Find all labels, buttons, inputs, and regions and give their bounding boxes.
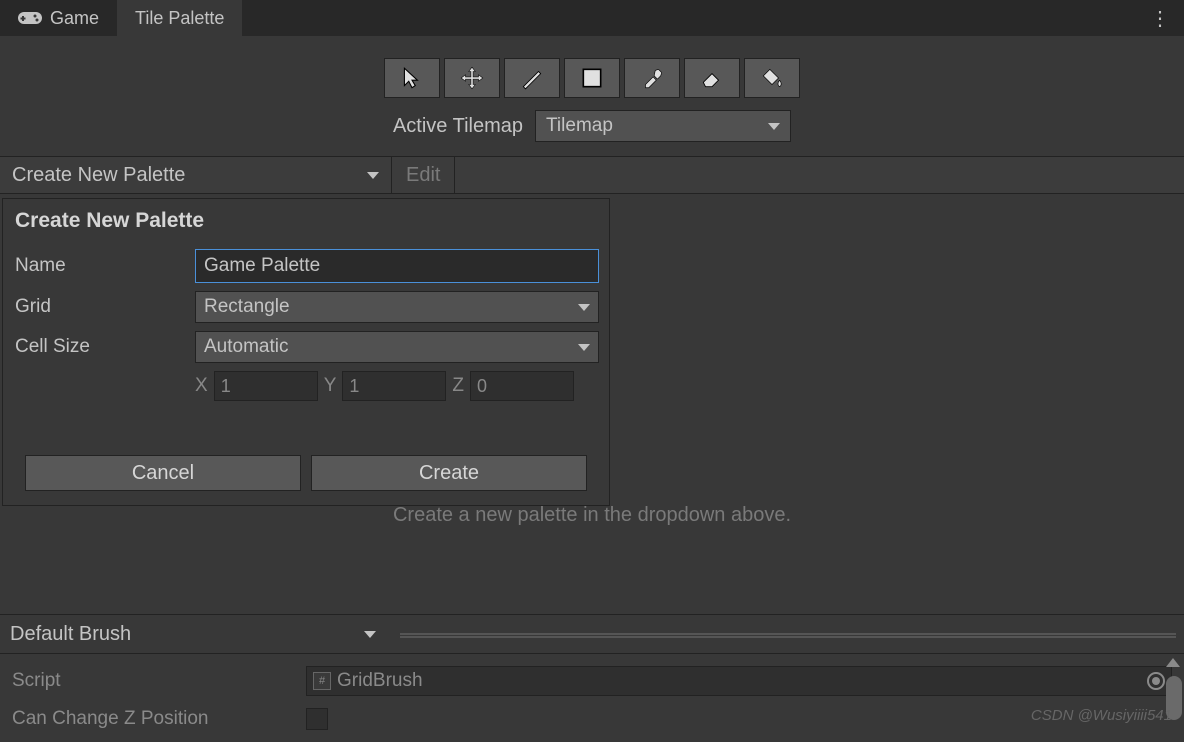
tab-tile-palette-label: Tile Palette — [135, 8, 224, 29]
chevron-down-icon — [578, 304, 590, 311]
script-value: GridBrush — [337, 670, 423, 692]
divider — [400, 633, 1176, 635]
grid-dropdown[interactable]: Rectangle — [195, 291, 599, 323]
script-label: Script — [12, 670, 306, 692]
z-label: Z — [452, 375, 464, 397]
brush-dropdown[interactable]: Default Brush — [0, 623, 392, 646]
x-label: X — [195, 375, 208, 397]
box-icon — [579, 65, 605, 91]
watermark: CSDN @Wusiyiiii541 — [1031, 707, 1172, 724]
tool-select[interactable] — [384, 58, 440, 98]
chevron-down-icon — [578, 344, 590, 351]
picker-icon — [639, 65, 665, 91]
chevron-down-icon — [768, 123, 780, 130]
cellsize-dropdown[interactable]: Automatic — [195, 331, 599, 363]
grid-value: Rectangle — [204, 296, 290, 318]
active-tilemap-label: Active Tilemap — [393, 115, 523, 138]
target-icon[interactable] — [1147, 672, 1165, 690]
name-label: Name — [13, 255, 195, 277]
fill-icon — [759, 65, 785, 91]
toolbar — [0, 36, 1184, 106]
create-palette-popup: Create New Palette Name Grid Rectangle C… — [2, 198, 610, 506]
gamepad-icon — [18, 10, 42, 26]
tool-move[interactable] — [444, 58, 500, 98]
edit-label: Edit — [406, 164, 440, 187]
scrollbar-up[interactable] — [1166, 658, 1180, 667]
create-button[interactable]: Create — [311, 455, 587, 491]
tab-game-label: Game — [50, 8, 99, 29]
name-input[interactable] — [195, 249, 599, 283]
chevron-down-icon — [367, 172, 379, 179]
tab-game[interactable]: Game — [0, 0, 117, 36]
cursor-icon — [399, 65, 425, 91]
z-input[interactable] — [470, 371, 574, 401]
hint-text: Create a new palette in the dropdown abo… — [0, 504, 1184, 527]
script-field[interactable]: # GridBrush — [306, 666, 1172, 696]
active-tilemap-dropdown[interactable]: Tilemap — [535, 110, 791, 142]
active-tilemap-value: Tilemap — [546, 115, 613, 137]
tool-box[interactable] — [564, 58, 620, 98]
move-icon — [459, 65, 485, 91]
palette-dropdown[interactable]: Create New Palette — [0, 157, 392, 193]
cancel-button[interactable]: Cancel — [25, 455, 301, 491]
palette-dropdown-label: Create New Palette — [12, 164, 185, 187]
x-input[interactable] — [214, 371, 318, 401]
csharp-icon: # — [313, 672, 331, 690]
chevron-down-icon — [364, 631, 376, 638]
brush-icon — [519, 65, 545, 91]
cellsize-label: Cell Size — [13, 336, 195, 358]
eraser-icon — [699, 65, 725, 91]
brush-value: Default Brush — [10, 623, 131, 646]
tool-picker[interactable] — [624, 58, 680, 98]
tool-eraser[interactable] — [684, 58, 740, 98]
edit-button[interactable]: Edit — [392, 157, 455, 193]
cellsize-value: Automatic — [204, 336, 288, 358]
tool-brush[interactable] — [504, 58, 560, 98]
tool-fill[interactable] — [744, 58, 800, 98]
tab-tile-palette[interactable]: Tile Palette — [117, 0, 242, 36]
y-input[interactable] — [342, 371, 446, 401]
grid-label: Grid — [13, 296, 195, 318]
can-change-z-checkbox[interactable] — [306, 708, 328, 730]
can-change-z-label: Can Change Z Position — [12, 708, 306, 730]
popup-title: Create New Palette — [13, 209, 599, 233]
y-label: Y — [324, 375, 337, 397]
kebab-menu[interactable]: ⋮ — [1136, 0, 1184, 36]
